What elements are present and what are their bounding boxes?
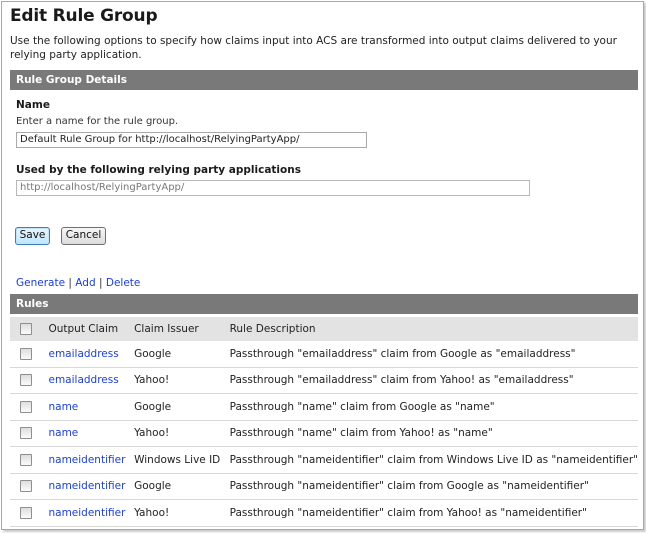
rules-table-header-row: Output Claim Claim Issuer Rule Descripti…: [10, 317, 638, 341]
table-row: nameidentifier Yahoo! Passthrough "namei…: [10, 499, 638, 527]
output-claim-link[interactable]: nameidentifier: [48, 480, 125, 492]
add-link[interactable]: Add: [75, 277, 95, 289]
generate-link[interactable]: Generate: [16, 277, 65, 289]
rule-description: Passthrough "nameidentifier" claim from …: [229, 473, 638, 500]
output-claim-link[interactable]: nameidentifier: [48, 507, 125, 519]
rule-actions: Generate | Add | Delete: [16, 277, 140, 289]
name-label: Name: [16, 99, 50, 111]
claim-issuer: Windows Live ID: [134, 446, 230, 474]
rule-description: Passthrough "emailaddress" claim from Ya…: [229, 367, 638, 394]
rule-description: Passthrough "name" claim from Yahoo! as …: [229, 420, 638, 447]
claim-issuer: Google: [134, 393, 230, 421]
output-claim-link[interactable]: name: [48, 427, 78, 439]
rule-description: Passthrough "nameidentifier" claim from …: [229, 499, 638, 527]
output-claim-header: Output Claim: [48, 317, 135, 341]
rule-description: Passthrough "emailaddress" claim from Go…: [229, 341, 638, 368]
output-claim-link[interactable]: emailaddress: [48, 348, 118, 360]
claim-issuer: Yahoo!: [134, 367, 230, 394]
select-all-cell: [10, 317, 49, 341]
rule-description: Passthrough "name" claim from Google as …: [229, 393, 638, 421]
page-title: Edit Rule Group: [10, 6, 158, 26]
output-claim-link[interactable]: emailaddress: [48, 374, 118, 386]
separator: |: [98, 277, 103, 289]
save-button[interactable]: Save: [15, 227, 50, 245]
table-row: emailaddress Yahoo! Passthrough "emailad…: [10, 367, 638, 394]
rule-description: Passthrough "nameidentifier" claim from …: [229, 446, 638, 474]
table-row: emailaddress Google Passthrough "emailad…: [10, 341, 638, 368]
used-by-field: http://localhost/RelyingPartyApp/: [16, 180, 530, 196]
cancel-button[interactable]: Cancel: [61, 227, 106, 245]
name-input[interactable]: Default Rule Group for http://localhost/…: [16, 132, 367, 148]
table-row: nameidentifier Google Passthrough "namei…: [10, 473, 638, 500]
rule-description-header: Rule Description: [229, 317, 638, 341]
table-row: nameidentifier Windows Live ID Passthrou…: [10, 446, 638, 474]
claim-issuer: Google: [134, 473, 230, 500]
claim-issuer: Yahoo!: [134, 499, 230, 527]
output-claim-link[interactable]: name: [48, 401, 78, 413]
row-checkbox[interactable]: [20, 427, 32, 440]
rules-table: Output Claim Claim Issuer Rule Descripti…: [10, 317, 638, 527]
rule-group-details-header: Rule Group Details: [10, 70, 638, 90]
separator: |: [68, 277, 72, 289]
row-checkbox[interactable]: [20, 347, 32, 360]
table-row: name Google Passthrough "name" claim fro…: [10, 393, 638, 421]
row-checkbox[interactable]: [20, 480, 32, 493]
select-all-checkbox[interactable]: [20, 323, 32, 335]
row-checkbox[interactable]: [20, 506, 32, 519]
table-row: name Yahoo! Passthrough "name" claim fro…: [10, 420, 638, 447]
page-description: Use the following options to specify how…: [10, 35, 617, 61]
rules-header: Rules: [10, 294, 638, 314]
row-checkbox[interactable]: [20, 374, 32, 387]
claim-issuer: Yahoo!: [134, 420, 230, 447]
row-checkbox[interactable]: [20, 400, 32, 413]
edit-rule-group-panel: Edit Rule Group Use the following option…: [1, 1, 644, 530]
claim-issuer: Google: [134, 341, 230, 368]
row-checkbox[interactable]: [20, 453, 32, 466]
used-by-label: Used by the following relying party appl…: [16, 164, 301, 176]
output-claim-link[interactable]: nameidentifier: [48, 454, 125, 466]
delete-link[interactable]: Delete: [106, 277, 141, 289]
claim-issuer-header: Claim Issuer: [134, 317, 230, 341]
name-hint: Enter a name for the rule group.: [16, 116, 179, 127]
